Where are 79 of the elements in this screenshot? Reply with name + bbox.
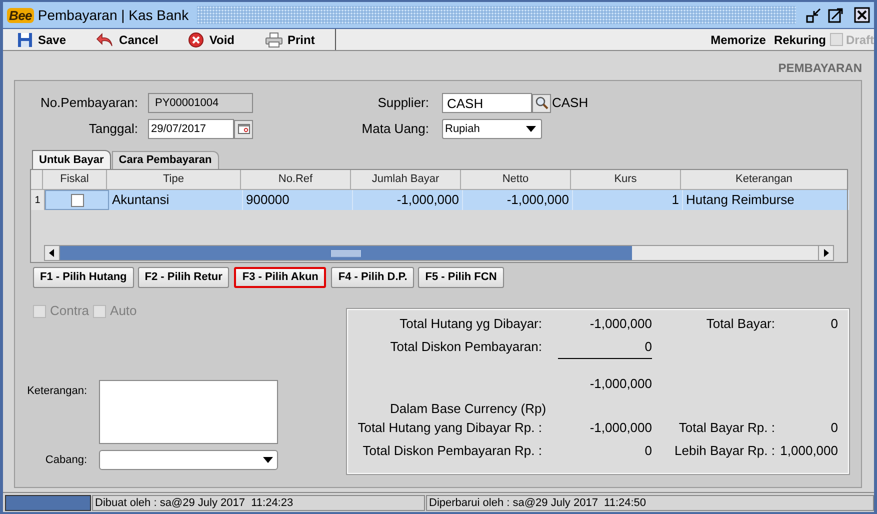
table-row[interactable]: 1 Akuntansi 900000 -1,000,000 -1,000,000 1 Hutang Reimburse <box>31 190 847 210</box>
summary-value: -1,000,000 <box>590 316 652 331</box>
search-icon <box>534 96 548 110</box>
draft-label: Draft <box>846 32 874 48</box>
column-header[interactable]: Fiskal <box>60 171 89 188</box>
table-cell-text: -1,000,000 <box>396 191 459 210</box>
updated-info: Diperbarui oleh : sa@29 July 2017 11:24:50 <box>429 496 646 511</box>
field-label: Tanggal: <box>88 120 138 138</box>
summary-value: 0 <box>644 443 652 458</box>
rekuring-button[interactable]: Rekuring <box>770 30 830 48</box>
table-cell-text: -1,000,000 <box>506 191 569 210</box>
row-number: 1 <box>34 194 40 208</box>
table-cell-text: Akuntansi <box>112 191 170 210</box>
caret-icon <box>526 126 536 132</box>
summary-value: -1,000,000 <box>590 420 652 435</box>
date-field[interactable]: 29/07/2017 <box>148 119 234 139</box>
column-header[interactable]: Jumlah Bayar <box>372 171 440 188</box>
summary-value: -1,000,000 <box>590 376 652 390</box>
search-button[interactable] <box>532 94 551 112</box>
window-title: Pembayaran | Kas Bank <box>38 6 189 25</box>
void-button[interactable]: Void <box>174 30 248 50</box>
summary-label: Total Hutang yang Dibayar Rp. : <box>358 420 542 435</box>
summary-value: 0 <box>644 339 652 354</box>
tab[interactable]: Cara Pembayaran <box>112 151 219 169</box>
summary-label: Total Bayar Rp. : <box>678 420 775 435</box>
created-info: Dibuat oleh : sa@29 July 2017 11:24:23 <box>95 496 294 511</box>
field-label: Cabang: <box>44 452 87 468</box>
curved-arrow-icon <box>96 32 114 48</box>
action-button[interactable]: F1 - Pilih Hutang <box>33 267 134 288</box>
app-logo: Bee <box>7 8 34 22</box>
notes-field[interactable] <box>99 380 278 444</box>
summary-label: Total Hutang yg Dibayar: <box>400 316 542 331</box>
cancel-button[interactable]: Cancel <box>82 30 172 50</box>
number-field[interactable]: PY00001004 <box>148 93 253 113</box>
action-button[interactable]: F5 - Pilih FCN <box>418 267 504 288</box>
maximize-icon[interactable] <box>828 7 844 23</box>
summary-label: Total Bayar: <box>706 316 775 331</box>
field-label: No.Pembayaran: <box>39 94 138 112</box>
option-label: Contra <box>50 302 90 320</box>
print-button[interactable]: Print <box>250 30 329 50</box>
column-header[interactable]: Keterangan <box>736 171 792 188</box>
table-cell-text: 1 <box>672 191 679 210</box>
summary-value: 1,000,000 <box>780 443 838 458</box>
summary-value: 0 <box>830 316 838 331</box>
summary-label: Lebih Bayar Rp. : <box>674 443 775 458</box>
column-header[interactable]: No.Ref <box>278 171 313 188</box>
action-button[interactable]: F4 - Pilih D.P. <box>331 267 414 288</box>
column-header[interactable]: Kurs <box>614 171 637 188</box>
tab[interactable]: Untuk Bayar <box>32 150 111 169</box>
summary-label: Total Diskon Pembayaran: <box>390 339 542 354</box>
field-label: Keterangan: <box>26 384 87 399</box>
close-icon[interactable] <box>854 7 870 23</box>
option-label: Auto <box>110 302 137 320</box>
fiskal-checkbox[interactable] <box>70 194 84 206</box>
table-cell-text: 900000 <box>246 191 290 210</box>
column-header[interactable]: Tipe <box>163 171 184 188</box>
action-button[interactable]: F3 - Pilih Akun <box>234 267 326 288</box>
action-button[interactable]: F2 - Pilih Retur <box>138 267 230 288</box>
calendar-icon <box>238 124 250 134</box>
supplier-name: CASH <box>552 94 588 112</box>
column-header[interactable]: Netto <box>502 171 529 188</box>
printer-icon <box>264 32 282 48</box>
calendar-button[interactable] <box>234 120 253 138</box>
horizontal-scrollbar[interactable] <box>44 245 834 261</box>
form-title: PEMBAYARAN <box>778 60 862 77</box>
table-cell-text: Hutang Reimburse <box>686 191 794 210</box>
save-button[interactable]: Save <box>3 30 80 50</box>
memorize-button[interactable]: Memorize <box>706 30 770 48</box>
currency-dropdown[interactable]: Rupiah <box>442 119 542 139</box>
field-label: Supplier: <box>376 94 429 112</box>
summary-label: Total Diskon Pembayaran Rp. : <box>362 443 542 458</box>
section-heading: Dalam Base Currency (Rp) <box>390 400 546 416</box>
minimize-icon[interactable] <box>806 7 822 23</box>
caret-icon <box>263 457 273 463</box>
cross-circle-icon <box>188 32 204 48</box>
branch-dropdown[interactable] <box>99 450 278 470</box>
scrollbar-thumb[interactable] <box>60 246 632 260</box>
supplier-field[interactable]: CASH <box>442 93 532 113</box>
summary-value: 0 <box>830 420 838 435</box>
